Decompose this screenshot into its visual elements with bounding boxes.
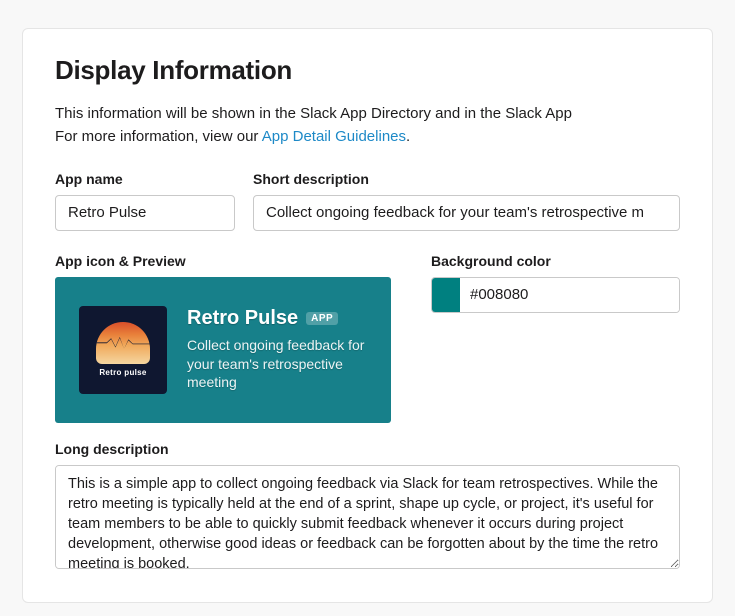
intro-line-1: This information will be shown in the Sl… <box>55 102 680 125</box>
intro-prefix: For more information, view our <box>55 128 262 145</box>
preview-title-row: Retro Pulse APP <box>187 307 367 330</box>
app-preview-card: Retro pulse Retro Pulse APP Collect ongo… <box>55 277 391 423</box>
preview-bg-row: App icon & Preview Retro pulse Retro Pul… <box>55 253 680 423</box>
preview-app-name: Retro Pulse <box>187 307 298 330</box>
background-color-input-wrapper <box>431 277 680 313</box>
preview-text-block: Retro Pulse APP Collect ongoing feedback… <box>187 307 367 393</box>
app-name-field: App name <box>55 171 235 231</box>
color-swatch[interactable] <box>432 278 460 312</box>
intro-line-2: For more information, view our App Detai… <box>55 125 680 148</box>
background-color-field: Background color <box>431 253 680 423</box>
app-icon: Retro pulse <box>79 306 167 394</box>
name-short-row: App name Short description <box>55 171 680 231</box>
preview-app-desc: Collect ongoing feedback for your team's… <box>187 336 367 393</box>
display-information-panel: Display Information This information wil… <box>22 28 713 603</box>
app-name-input[interactable] <box>55 195 235 231</box>
app-icon-preview-label: App icon & Preview <box>55 253 391 269</box>
short-description-field: Short description <box>253 171 680 231</box>
app-detail-guidelines-link[interactable]: App Detail Guidelines <box>262 128 406 145</box>
background-color-input[interactable] <box>460 278 679 312</box>
long-description-label: Long description <box>55 441 680 457</box>
background-color-label: Background color <box>431 253 680 269</box>
page-title: Display Information <box>55 55 680 86</box>
app-badge: APP <box>306 312 338 325</box>
long-description-input[interactable] <box>55 465 680 569</box>
app-icon-caption: Retro pulse <box>99 368 146 377</box>
app-icon-graphic <box>96 322 150 364</box>
long-description-field: Long description <box>55 441 680 574</box>
intro-suffix: . <box>406 128 410 145</box>
short-description-label: Short description <box>253 171 680 187</box>
app-icon-preview-field: App icon & Preview Retro pulse Retro Pul… <box>55 253 391 423</box>
short-description-input[interactable] <box>253 195 680 231</box>
app-name-label: App name <box>55 171 235 187</box>
